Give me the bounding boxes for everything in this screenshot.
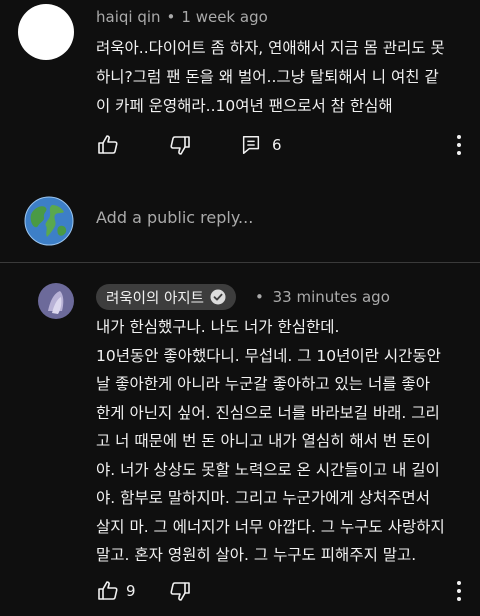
creator-author-chip[interactable]: 려욱이의 아지트: [96, 284, 236, 310]
reply-line: 날 좋아한게 아니라 누군갈 좋아하고 있는 너를 좋아: [96, 375, 430, 393]
reply-count[interactable]: 6: [272, 136, 282, 154]
thumbs-up-icon[interactable]: [96, 133, 120, 157]
creator-reply: 려욱이의 아지트 • 33 minutes ago 내가 한심했구나. 나도 너…: [0, 263, 480, 616]
reply-line: 살지 마. 그 에너지가 너무 아깝다. 그 누구도 사랑하지: [96, 517, 445, 536]
comment-line: 이 카페 운영해라..10여년 팬으로서 참 한심해: [96, 97, 393, 115]
reply-line: 야. 함부로 말하지마. 그리고 누군가에게 상처주면서: [96, 489, 430, 507]
reply-line: 야. 너가 상상도 못할 노력으로 온 시간들이고 내 길이: [96, 460, 440, 479]
comment-line: 하니?그럼 팬 돈을 왜 벌어..그냥 탈퇴해서 니 여친 같: [96, 68, 439, 86]
more-vertical-icon[interactable]: [456, 580, 462, 602]
comment-icon[interactable]: [240, 134, 262, 156]
reply-line: 말고. 혼자 영원히 살아. 그 누구도 피해주지 말고.: [96, 546, 417, 564]
reply-actions: 9: [96, 578, 192, 604]
reply-line: 고 너 때문에 번 돈 아니고 내가 열심히 해서 번 돈이: [96, 432, 431, 450]
comment-author[interactable]: haiqi qin: [96, 8, 161, 26]
more-vertical-icon[interactable]: [456, 134, 462, 156]
reply-author: 려욱이의 아지트: [106, 290, 204, 307]
reply-text: 내가 한심했구나. 나도 너가 한심한데. 10년동안 좋아했다니. 무섭네. …: [96, 313, 466, 570]
reply-meta: • 33 minutes ago: [255, 288, 390, 306]
thumbs-up-icon[interactable]: [96, 579, 120, 603]
creator-avatar[interactable]: [38, 283, 74, 319]
comment-meta: haiqi qin • 1 week ago: [96, 8, 268, 26]
like-count: 9: [126, 582, 136, 600]
avatar[interactable]: [18, 4, 74, 60]
reply-line: 내가 한심했구나. 나도 너가 한심한데.: [96, 318, 340, 336]
thumbs-down-icon[interactable]: [168, 133, 192, 157]
globe-icon: [24, 196, 74, 246]
comment-text: 려욱아..다이어트 좀 하자, 연애해서 지금 몸 관리도 못 하니?그럼 팬 …: [96, 34, 446, 121]
reply-composer: Add a public reply...: [0, 180, 480, 262]
check-circle-icon: [210, 289, 226, 305]
reply-input[interactable]: Add a public reply...: [96, 208, 253, 227]
reply-time[interactable]: 33 minutes ago: [273, 288, 390, 306]
reply-line: 한게 아닌지 싶어. 진심으로 너를 바라보길 바래. 그리: [96, 403, 440, 422]
separator-dot: •: [166, 8, 176, 26]
thumbs-down-icon[interactable]: [168, 579, 192, 603]
separator-dot: •: [255, 288, 264, 306]
comment-line: 려욱아..다이어트 좀 하자, 연애해서 지금 몸 관리도 못: [96, 39, 445, 57]
comment: haiqi qin • 1 week ago 려욱아..다이어트 좀 하자, 연애해…: [0, 0, 480, 178]
comment-actions: 6: [96, 132, 282, 158]
comment-time[interactable]: 1 week ago: [181, 8, 267, 26]
reply-line: 10년동안 좋아했다니. 무섭네. 그 10년이란 시간동안: [96, 346, 441, 365]
